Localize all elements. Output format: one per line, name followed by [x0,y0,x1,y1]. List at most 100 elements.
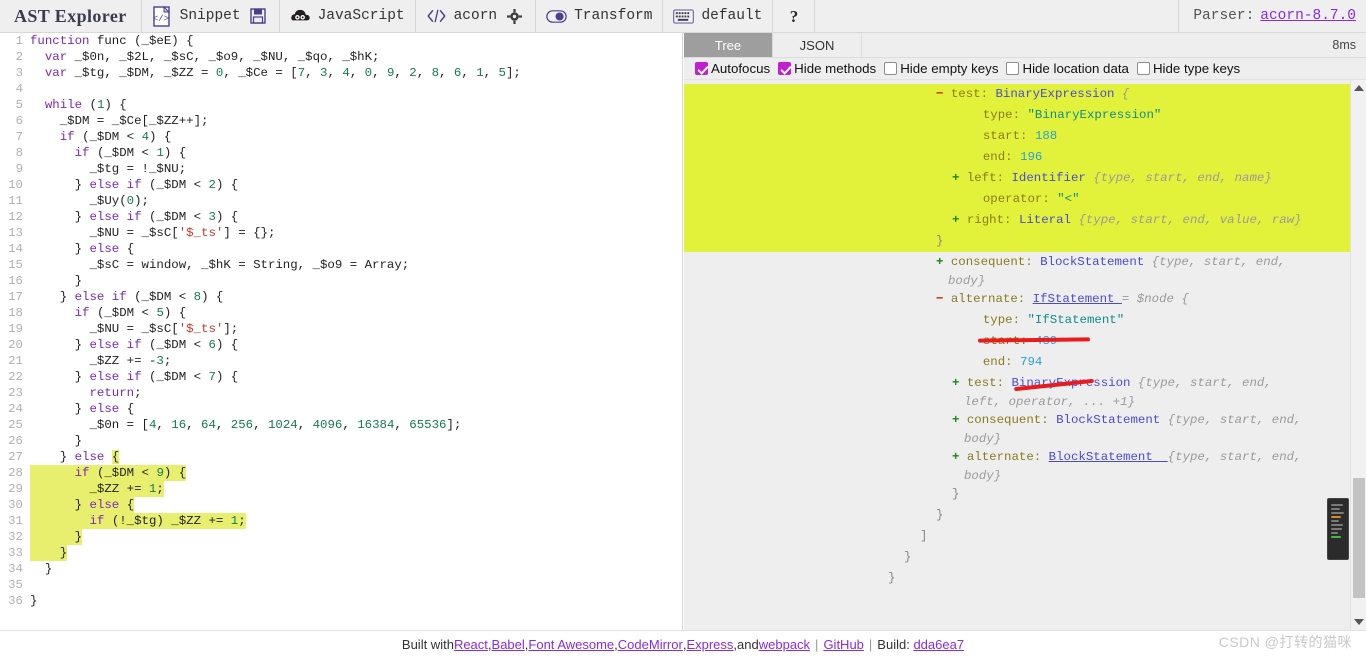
option-hide-location-data[interactable]: Hide location data [1006,61,1129,76]
code-line[interactable]: 22 } else if (_$DM < 7) { [0,369,682,385]
option-hide-methods[interactable]: Hide methods [778,61,876,76]
code-line[interactable]: 2 var _$0n, _$2L, _$sC, _$o9, _$NU, _$qo… [0,49,682,65]
ast-tree-row[interactable]: + test: BinaryExpression {type, start, e… [684,373,1366,394]
checkbox-hide-type-keys[interactable] [1136,62,1150,75]
ast-node-type[interactable]: BlockStatement [1049,450,1168,464]
ast-tree-row[interactable]: operator: "<" [684,189,1366,210]
toggle-icon[interactable] [546,6,567,27]
tab-tree[interactable]: Tree [684,33,773,57]
code-line[interactable]: 6 _$DM = _$Ce[_$ZZ++]; [0,113,682,129]
save-icon[interactable] [248,6,269,27]
ast-tree-rows[interactable]: − test: BinaryExpression { type: "Binary… [684,84,1366,589]
ast-tree-row[interactable]: } [684,231,1366,252]
gear-icon[interactable] [504,6,525,27]
code-line[interactable]: 1 function func (_$eE) { [0,33,682,49]
ast-tree-row[interactable]: ] [684,526,1366,547]
footer-link-codemirror[interactable]: CodeMirror [618,637,683,652]
toolbar-group-transform[interactable]: Transform [536,0,664,32]
ast-tree-row[interactable]: end: 196 [684,147,1366,168]
option-hide-type-keys[interactable]: Hide type keys [1136,61,1240,76]
expand-toggle-icon[interactable]: + [936,255,951,269]
toolbar-group-keymap[interactable]: default [663,0,774,32]
scroll-up-arrow-icon[interactable] [1354,85,1364,91]
tree-scroll-thumb[interactable] [1353,478,1365,598]
collapse-toggle-icon[interactable]: − [936,87,951,101]
toolbar-group-help[interactable]: ? [773,0,816,32]
code-line[interactable]: 21 _$ZZ += -3; [0,353,682,369]
footer-link-webpack[interactable]: webpack [759,637,810,652]
ast-tree-row[interactable]: } [684,547,1366,568]
checkbox-hide-empty-keys[interactable] [884,62,898,75]
code-line[interactable]: 35 [0,577,682,593]
code-lines[interactable]: 1 function func (_$eE) {2 var _$0n, _$2L,… [0,33,682,609]
checkbox-hide-location-data[interactable] [1006,62,1020,75]
expand-toggle-icon[interactable]: + [952,213,967,227]
ast-tree-row[interactable]: } [684,484,1366,505]
tab-json[interactable]: JSON [773,33,862,57]
footer-link-react[interactable]: React [454,637,488,652]
toolbar-group-parser[interactable]: acorn [416,0,537,32]
expand-toggle-icon[interactable]: + [952,413,967,427]
code-line[interactable]: 29 _$ZZ += 1; [0,481,682,497]
code-line[interactable]: 30 } else { [0,497,682,513]
toolbar-group-snippet[interactable]: </> Snippet [142,0,280,32]
ast-tree-row[interactable]: type: "BinaryExpression" [684,105,1366,126]
ast-tree-row[interactable]: start: 188 [684,126,1366,147]
expand-toggle-icon[interactable]: + [952,171,967,185]
code-line[interactable]: 3 var _$tg, _$DM, _$ZZ = 0, _$Ce = [7, 3… [0,65,682,81]
code-line[interactable]: 7 if (_$DM < 4) { [0,129,682,145]
ast-tree-row[interactable]: } [684,505,1366,526]
code-line[interactable]: 10 } else if (_$DM < 2) { [0,177,682,193]
ast-node-type[interactable]: BlockStatement [1040,255,1152,269]
ast-tree[interactable]: − test: BinaryExpression { type: "Binary… [684,80,1366,630]
checkbox-hide-methods[interactable] [778,62,792,75]
ast-tree-row[interactable]: + right: Literal {type, start, end, valu… [684,210,1366,231]
code-line[interactable]: 31 if (!_$tg) _$ZZ += 1; [0,513,682,529]
code-line[interactable]: 36} [0,593,682,609]
code-editor-pane[interactable]: 1 function func (_$eE) {2 var _$0n, _$2L,… [0,33,683,630]
code-line[interactable]: 13 _$NU = _$sC['$_ts'] = {}; [0,225,682,241]
code-line[interactable]: 9 _$tg = !_$NU; [0,161,682,177]
code-line[interactable]: 25 _$0n = [4, 16, 64, 256, 1024, 4096, 1… [0,417,682,433]
code-line[interactable]: 16 } [0,273,682,289]
code-line[interactable]: 20 } else if (_$DM < 6) { [0,337,682,353]
code-line[interactable]: 17 } else if (_$DM < 8) { [0,289,682,305]
ast-tree-row[interactable]: − test: BinaryExpression { [684,84,1366,105]
code-line[interactable]: 26 } [0,433,682,449]
collapse-toggle-icon[interactable]: − [936,292,951,306]
ast-node-type[interactable]: BinaryExpression [996,87,1122,101]
ast-tree-row[interactable]: + consequent: BlockStatement {type, star… [684,252,1366,273]
ast-tree-row[interactable]: − alternate: IfStatement = $node { [684,289,1366,310]
ast-tree-row[interactable]: } [684,568,1366,589]
code-line[interactable]: 32 } [0,529,682,545]
ast-node-type[interactable]: IfStatement [1033,292,1122,306]
toolbar-group-language[interactable]: JavaScript [280,0,416,32]
code-line[interactable]: 15 _$sC = window, _$hK = String, _$o9 = … [0,257,682,273]
code-line[interactable]: 24 } else { [0,401,682,417]
expand-toggle-icon[interactable]: + [952,376,967,390]
code-line[interactable]: 23 return; [0,385,682,401]
footer-link-express[interactable]: Express [686,637,733,652]
ast-tree-row[interactable]: + left: Identifier {type, start, end, na… [684,168,1366,189]
ast-node-type[interactable]: Literal [1019,213,1079,227]
code-line[interactable]: 8 if (_$DM < 1) { [0,145,682,161]
footer-link-babel[interactable]: Babel [492,637,525,652]
ast-tree-row[interactable]: + consequent: BlockStatement {type, star… [684,410,1366,431]
code-line[interactable]: 28 if (_$DM < 9) { [0,465,682,481]
footer-link-github[interactable]: GitHub [823,637,863,652]
code-line[interactable]: 11 _$Uy(0); [0,193,682,209]
scroll-down-arrow-icon[interactable] [1354,619,1364,625]
ast-node-type[interactable]: BlockStatement [1056,413,1168,427]
expand-toggle-icon[interactable]: + [952,450,967,464]
checkbox-autofocus[interactable] [695,62,708,75]
parser-version-link[interactable]: acorn-8.7.0 [1260,8,1356,24]
ast-tree-row[interactable]: type: "IfStatement" [684,310,1366,331]
code-line[interactable]: 14 } else { [0,241,682,257]
code-line[interactable]: 33 } [0,545,682,561]
question-mark-icon[interactable]: ? [783,6,804,27]
ast-tree-row[interactable]: + alternate: BlockStatement {type, start… [684,447,1366,468]
code-line[interactable]: 19 _$NU = _$sC['$_ts']; [0,321,682,337]
code-line[interactable]: 18 if (_$DM < 5) { [0,305,682,321]
code-line[interactable]: 27 } else { [0,449,682,465]
ast-node-type[interactable]: Identifier [1012,171,1094,185]
